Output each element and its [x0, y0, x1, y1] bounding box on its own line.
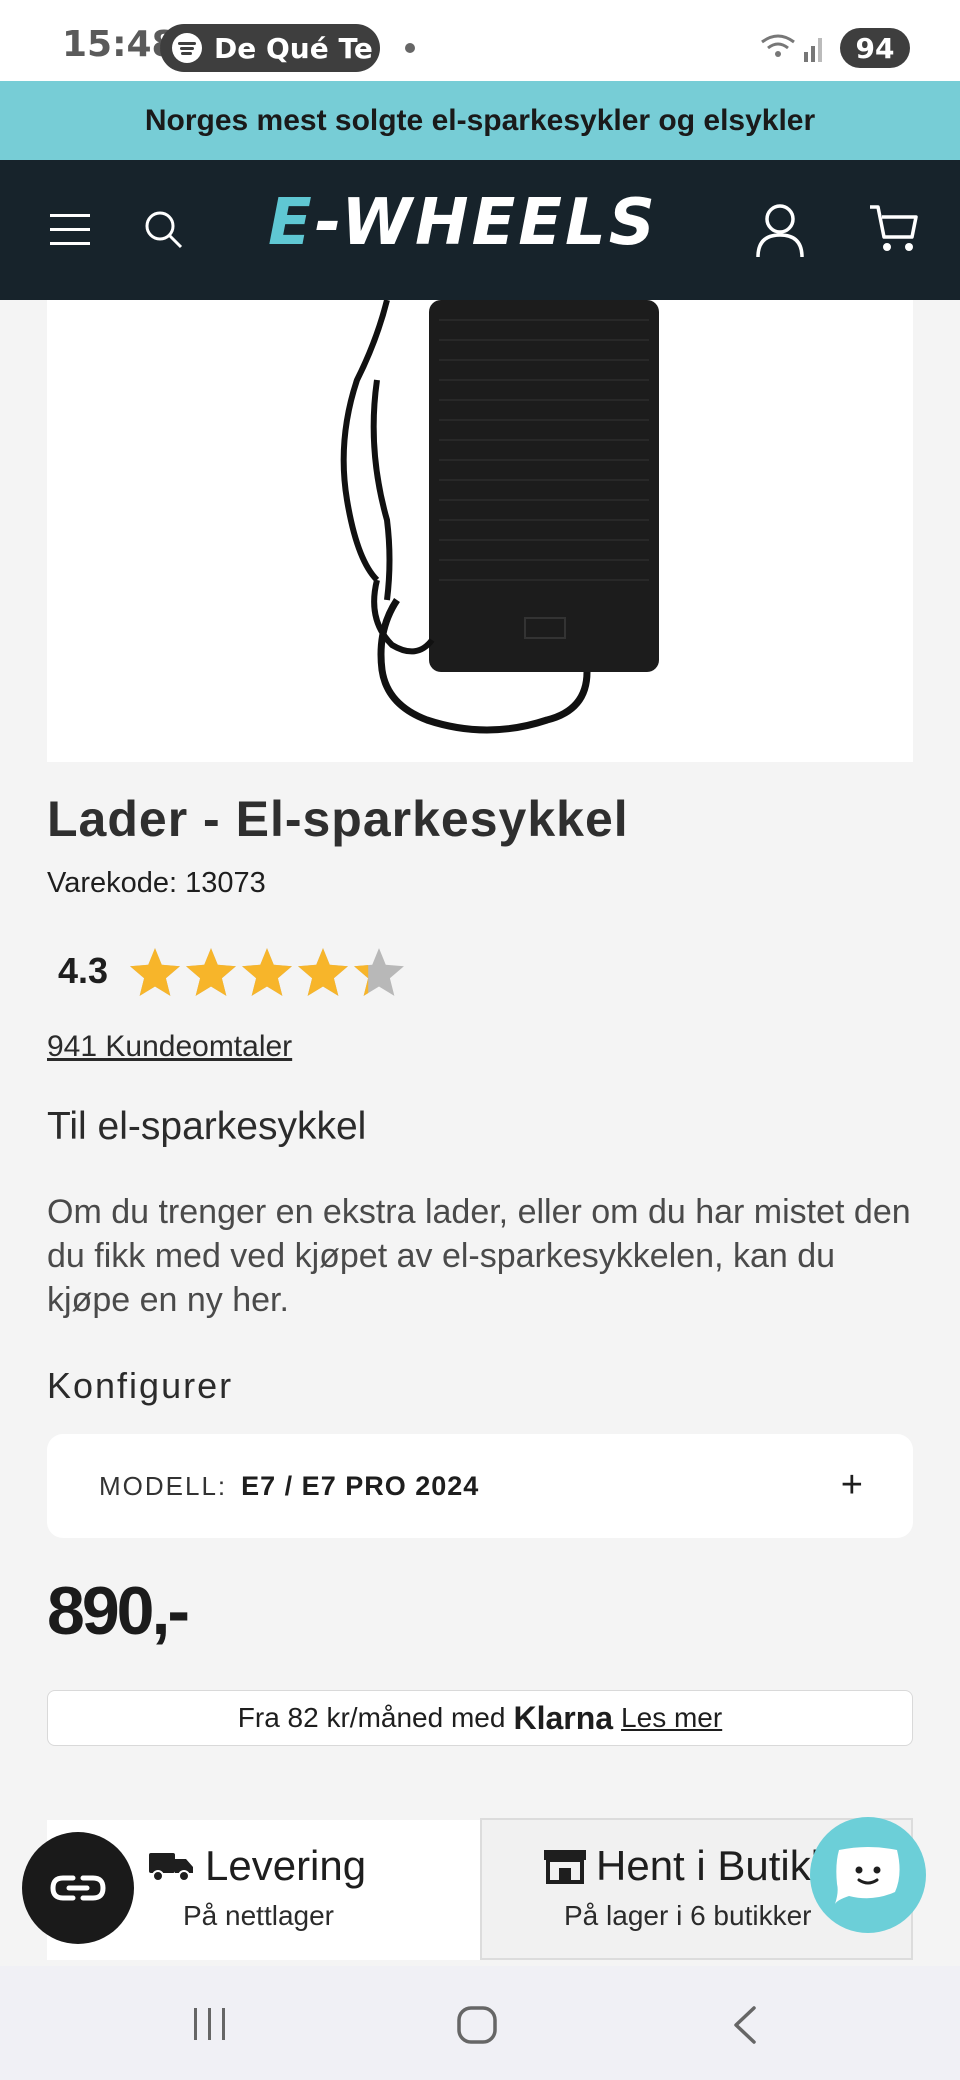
configure-label: Konfigurer [47, 1365, 234, 1406]
expand-plus-icon[interactable]: + [841, 1464, 863, 1507]
battery-level: 94 [855, 31, 895, 65]
delivery-title-row: Levering [149, 1842, 366, 1890]
accessibility-button[interactable] [22, 1832, 134, 1944]
logo-text: E-WHEELS [268, 186, 658, 260]
klarna-banner[interactable]: Fra 82 kr/måned med Klarna Les mer [47, 1690, 913, 1746]
product-title: Lader - El-sparkesykkel [47, 791, 629, 847]
chat-face-icon [835, 1847, 900, 1904]
pickup-title-row: Hent i Butikk [544, 1842, 832, 1890]
notification-dot [405, 43, 415, 53]
recent-apps-icon[interactable] [190, 2004, 230, 2044]
site-logo[interactable]: E-WHEELS [268, 188, 658, 258]
reviews-link[interactable]: 941 Kundeomtaler [47, 1030, 292, 1064]
klarna-read-more-link[interactable]: Les mer [621, 1702, 722, 1734]
star-icon [130, 948, 180, 996]
chat-button[interactable] [810, 1817, 926, 1933]
star-icon [354, 948, 404, 996]
pickup-subtitle: På lager i 6 butikker [564, 1900, 812, 1931]
delivery-title: Levering [205, 1842, 367, 1889]
home-icon[interactable] [455, 2004, 499, 2046]
media-text: De Qué Te [214, 31, 373, 65]
promo-banner[interactable]: Norges mest solgte el-sparkesykler og el… [0, 81, 960, 160]
rating-stars[interactable] [128, 946, 406, 1000]
status-bar: 15:48 De Qué Te 94 [0, 0, 960, 81]
charger-image [340, 300, 659, 734]
promo-text: Norges mest solgte el-sparkesykler og el… [144, 103, 816, 137]
model-label: MODELL: [99, 1470, 228, 1501]
store-icon [544, 1850, 586, 1884]
product-price: 890,- [47, 1573, 190, 1649]
media-pill[interactable]: De Qué Te [160, 24, 380, 72]
search-icon[interactable] [144, 210, 184, 250]
rating-value: 4.3 [58, 950, 109, 991]
star-icon [298, 948, 348, 996]
menu-icon[interactable] [50, 212, 90, 248]
star-icon [186, 948, 236, 996]
system-nav-bar [0, 1966, 960, 2080]
product-sku: Varekode: 13073 [47, 867, 266, 899]
account-icon[interactable] [755, 203, 805, 259]
cart-icon[interactable] [868, 203, 920, 255]
wifi-signal-icon [761, 34, 822, 62]
product-image[interactable] [47, 300, 913, 762]
model-selector[interactable]: MODELL: E7 / E7 PRO 2024 + [47, 1434, 913, 1538]
product-subtitle: Til el-sparkesykkel [47, 1105, 367, 1148]
link-loop-icon [50, 1875, 106, 1901]
klarna-logo: Klarna [513, 1699, 614, 1736]
truck-icon [149, 1853, 193, 1882]
product-description: Om du trenger en ekstra lader, eller om … [47, 1193, 911, 1319]
star-icon [242, 948, 292, 996]
battery-indicator: 94 [840, 28, 910, 68]
pickup-title: Hent i Butikk [596, 1842, 832, 1889]
model-value: E7 / E7 PRO 2024 [241, 1470, 480, 1501]
back-icon[interactable] [730, 2004, 760, 2046]
delivery-subtitle: På nettlager [183, 1900, 334, 1931]
klarna-prefix: Fra 82 kr/måned med [237, 1702, 506, 1733]
spotify-icon [172, 33, 202, 63]
